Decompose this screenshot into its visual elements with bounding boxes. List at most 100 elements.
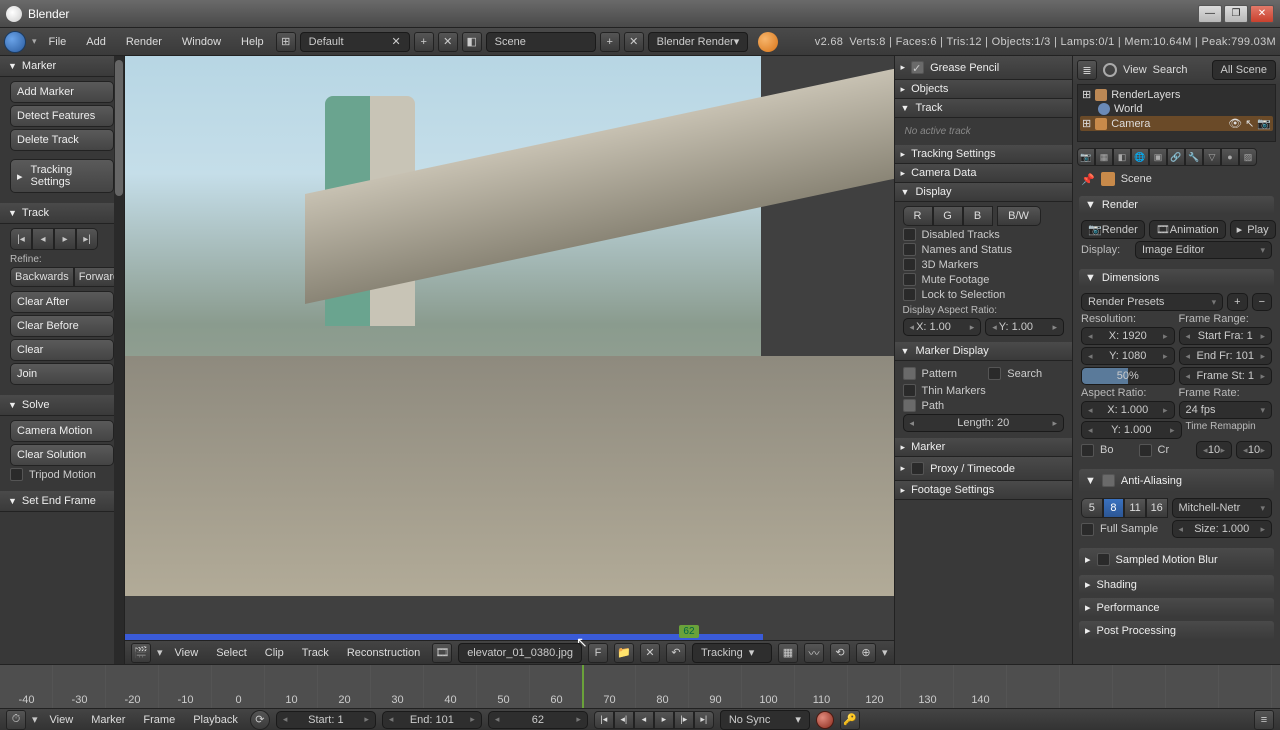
panel-solve-header[interactable]: ▼Solve — [0, 395, 124, 416]
delete-track-button[interactable]: Delete Track — [10, 129, 114, 151]
aa-size-field[interactable]: ◂Size: 1.000▸ — [1172, 520, 1273, 538]
tab-world[interactable]: 🌐 — [1131, 148, 1149, 166]
tab-object[interactable]: ▣ — [1149, 148, 1167, 166]
panel-marker-header[interactable]: ▼Marker — [0, 56, 124, 77]
display-header[interactable]: ▼Display — [895, 183, 1072, 202]
path-length-field[interactable]: ◂Length: 20▸ — [903, 414, 1064, 432]
tab-scene[interactable]: ◧ — [1113, 148, 1131, 166]
camera-motion-button[interactable]: Camera Motion — [10, 420, 114, 442]
outliner-camera[interactable]: ⊞Camera👁↖📷 — [1080, 116, 1273, 131]
clear-after-button[interactable]: Clear After — [10, 291, 114, 313]
aa-header[interactable]: ▼Anti-Aliasing — [1079, 469, 1274, 492]
clip-f-button[interactable]: F — [588, 643, 608, 663]
marker-header[interactable]: ▸Marker — [895, 438, 1072, 457]
res-pct-slider[interactable]: 50% — [1081, 367, 1175, 385]
preset-del-button[interactable]: − — [1252, 293, 1272, 311]
render-section-header[interactable]: ▼Render — [1079, 196, 1274, 214]
tab-layers[interactable]: ▦ — [1095, 148, 1113, 166]
full-sample-check[interactable]: Full Sample — [1081, 522, 1168, 536]
scene-dropdown[interactable]: Scene — [486, 32, 596, 52]
performance-header[interactable]: ▸Performance — [1079, 598, 1274, 617]
aspect-y-field[interactable]: ◂Y: 1.00▸ — [985, 318, 1064, 336]
shading-header[interactable]: ▸Shading — [1079, 575, 1274, 594]
clip-browse-icon[interactable]: 🎞 — [432, 643, 452, 663]
aspect-y-field[interactable]: ◂Y: 1.000▸ — [1081, 421, 1182, 439]
del-scene-button[interactable]: ✕ — [624, 32, 644, 52]
left-scrollbar[interactable] — [114, 56, 124, 664]
screen-layout-icon[interactable]: ⊞ — [276, 32, 296, 52]
remap-new-field[interactable]: ◂10▸ — [1236, 441, 1272, 459]
join-button[interactable]: Join — [10, 363, 114, 385]
dimensions-header[interactable]: ▼Dimensions — [1079, 269, 1274, 287]
engine-dropdown[interactable]: Blender Render▾ — [648, 32, 749, 52]
add-scene-button[interactable]: + — [600, 32, 620, 52]
layout-dropdown[interactable]: Default✕ — [300, 32, 410, 52]
mute-footage-check[interactable]: Mute Footage — [903, 273, 1064, 286]
outliner-filter-dropdown[interactable]: All Scene — [1212, 60, 1276, 80]
clip-open-icon[interactable]: 📁 — [614, 643, 634, 663]
cursor-icon[interactable]: ↖ — [1245, 117, 1254, 130]
proxy-timecode-header[interactable]: ▸Proxy / Timecode — [895, 457, 1072, 481]
outliner-type-icon[interactable]: ≣ — [1077, 60, 1097, 80]
search-check[interactable]: Search — [988, 367, 1064, 380]
pin-icon[interactable]: 📌 — [1081, 173, 1095, 186]
tracking-settings-header[interactable]: ▸Tracking Settings — [895, 145, 1072, 164]
aa-11-button[interactable]: 11 — [1124, 498, 1146, 518]
res-x-field[interactable]: ◂X: 1920▸ — [1081, 327, 1175, 345]
channel-g-button[interactable]: G — [933, 206, 963, 226]
frame-start-field[interactable]: ◂Start Fra: 1▸ — [1179, 327, 1273, 345]
channel-bw-button[interactable]: B/W — [997, 206, 1041, 226]
frame-step-field[interactable]: ◂Frame St: 1▸ — [1179, 367, 1273, 385]
clip-undo-icon[interactable]: ↶ — [666, 643, 686, 663]
menu-add[interactable]: Add — [78, 32, 114, 52]
clip-view-menu[interactable]: View — [169, 645, 205, 661]
track-step-fwd-button[interactable]: ▸ — [54, 228, 76, 250]
close-button[interactable]: ✕ — [1250, 5, 1274, 23]
outliner-world[interactable]: World — [1080, 102, 1273, 116]
tab-modifiers[interactable]: 🔧 — [1185, 148, 1203, 166]
tab-constraints[interactable]: 🔗 — [1167, 148, 1185, 166]
editor-type-icon[interactable]: 🎬 — [131, 643, 151, 663]
preset-add-button[interactable]: + — [1227, 293, 1247, 311]
clear-solution-button[interactable]: Clear Solution — [10, 444, 114, 466]
eye-icon[interactable]: 👁 — [1228, 117, 1242, 130]
path-check[interactable]: Path — [903, 399, 1064, 412]
menu-file[interactable]: File — [41, 32, 75, 52]
aspect-x-field[interactable]: ◂X: 1.000▸ — [1081, 401, 1175, 419]
panel-setend-header[interactable]: ▼Set End Frame — [0, 491, 124, 512]
lock-selection-check[interactable]: Lock to Selection — [903, 288, 1064, 301]
aa-5-button[interactable]: 5 — [1081, 498, 1103, 518]
aa-8-button[interactable]: 8 — [1103, 498, 1125, 518]
blender-icon[interactable] — [4, 31, 26, 53]
menu-help[interactable]: Help — [233, 32, 272, 52]
maximize-button[interactable]: ❐ — [1224, 5, 1248, 23]
clip-curve-icon[interactable]: 〰 — [804, 643, 824, 663]
footage-settings-header[interactable]: ▸Footage Settings — [895, 481, 1072, 500]
channel-b-button[interactable]: B — [963, 206, 993, 226]
render-button[interactable]: 📷Render — [1081, 220, 1145, 239]
add-marker-button[interactable]: Add Marker — [10, 81, 114, 103]
pattern-check[interactable]: Pattern — [903, 367, 979, 380]
track-jump-fwd-button[interactable]: ▸| — [76, 228, 98, 250]
menu-window[interactable]: Window — [174, 32, 229, 52]
clear-button[interactable]: Clear — [10, 339, 114, 361]
aa-filter-dropdown[interactable]: Mitchell-Netr▾ — [1172, 498, 1273, 518]
channel-r-button[interactable]: R — [903, 206, 933, 226]
clip-pivot-icon[interactable]: ⊕ — [856, 643, 876, 663]
smb-header[interactable]: ▸Sampled Motion Blur — [1079, 548, 1274, 571]
render-presets-dropdown[interactable]: Render Presets▾ — [1081, 293, 1223, 311]
tripod-motion-check[interactable]: Tripod Motion — [10, 468, 114, 481]
names-status-check[interactable]: Names and Status — [903, 243, 1064, 256]
track-jump-back-button[interactable]: |◂ — [10, 228, 32, 250]
panel-track-header[interactable]: ▼Track — [0, 203, 124, 224]
border-check[interactable]: Bo — [1081, 443, 1135, 457]
detect-features-button[interactable]: Detect Features — [10, 105, 114, 127]
thin-markers-check[interactable]: Thin Markers — [903, 384, 1064, 397]
tab-render[interactable]: 📷 — [1077, 148, 1095, 166]
disabled-tracks-check[interactable]: Disabled Tracks — [903, 228, 1064, 241]
clip-mode-dropdown[interactable]: Tracking▾ — [692, 643, 772, 663]
clip-display-icon[interactable]: ▦ — [778, 643, 798, 663]
outliner[interactable]: ⊞RenderLayers World ⊞Camera👁↖📷 — [1077, 84, 1276, 142]
grease-pencil-header[interactable]: ▸✓Grease Pencil — [895, 56, 1072, 80]
camera-data-header[interactable]: ▸Camera Data — [895, 164, 1072, 183]
